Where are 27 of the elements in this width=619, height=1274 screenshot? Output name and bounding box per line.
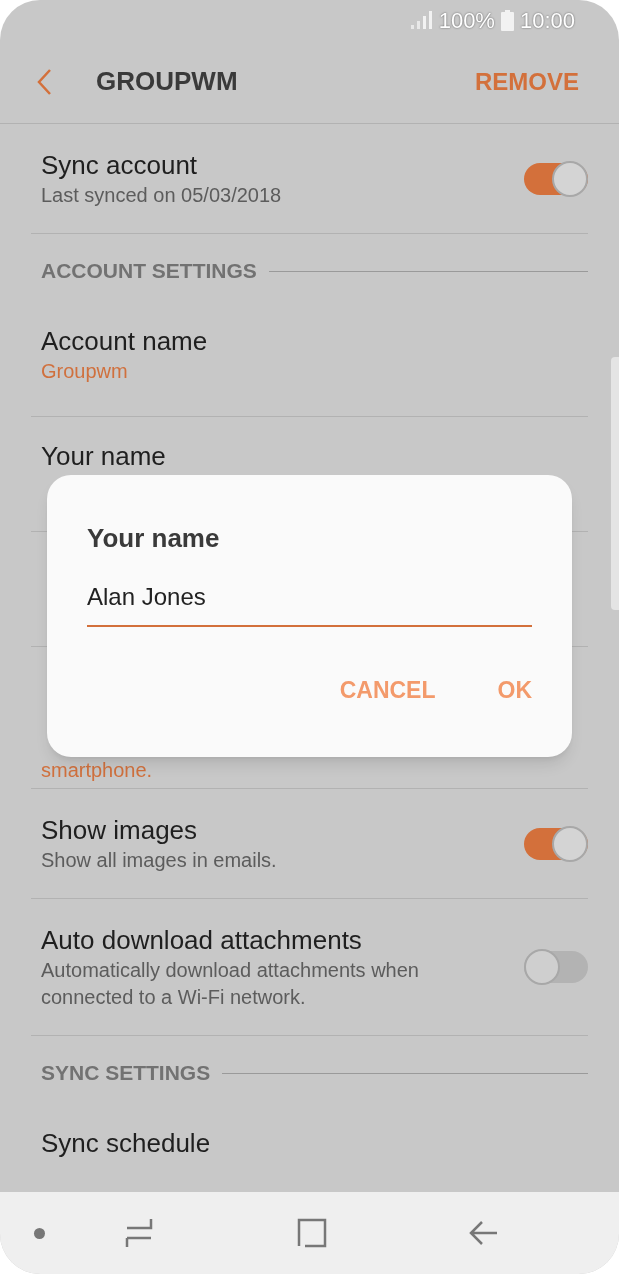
toggle-switch[interactable] <box>524 949 588 985</box>
back-icon <box>36 67 52 96</box>
setting-title: Sync schedule <box>41 1127 212 1160</box>
name-input-field[interactable]: Alan Jones <box>87 579 532 627</box>
toggle-switch[interactable] <box>524 825 588 862</box>
setting-value: smartphone. <box>41 758 154 783</box>
dialog-button[interactable]: CANCEL <box>339 673 436 708</box>
page-title: GROUPWM <box>96 65 239 98</box>
dialog-button[interactable]: OK <box>497 673 532 708</box>
section-header: SYNC SETTINGS <box>41 1060 211 1087</box>
setting-title: Your name <box>41 440 167 473</box>
section-header: ACCOUNT SETTINGS <box>41 258 257 285</box>
setting-title: Sync account <box>41 149 199 182</box>
setting-title: Auto download attachments <box>41 924 363 957</box>
toggle-switch[interactable] <box>524 160 588 197</box>
dialog-title: Your name <box>87 522 221 555</box>
setting-value: Groupwm <box>41 359 129 384</box>
signal-icon <box>410 11 433 29</box>
setting-title: Show images <box>41 814 199 847</box>
battery-icon <box>500 9 514 31</box>
recent-apps-icon[interactable] <box>125 1217 153 1249</box>
setting-title: Account name <box>41 325 209 358</box>
home-icon[interactable] <box>297 1218 327 1248</box>
remove-button[interactable]: REMOVE <box>475 63 579 100</box>
setting-description: Automatically download attachments when connected to a Wi-Fi network. <box>41 958 420 1010</box>
setting-description: Last synced on 05/03/2018 <box>41 183 283 208</box>
setting-description: Show all images in emails. <box>41 848 278 873</box>
